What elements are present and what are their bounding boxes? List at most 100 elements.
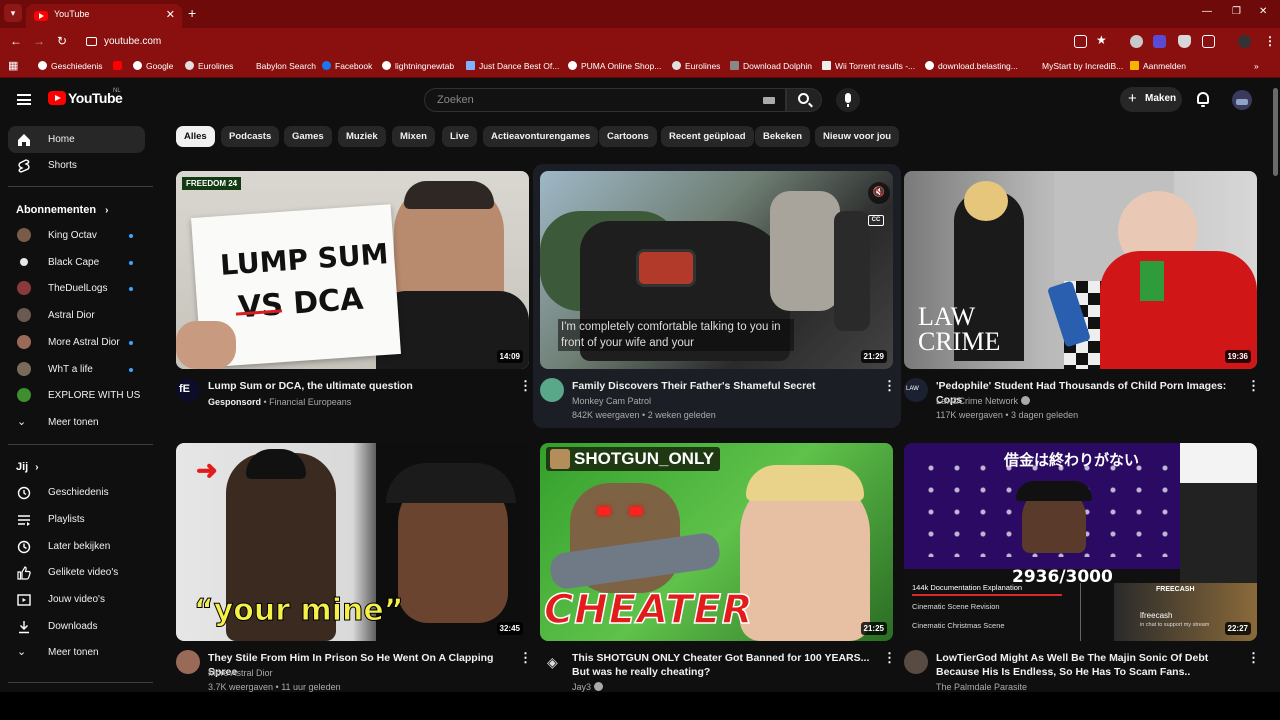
video-thumbnail[interactable]: LAW CRIME 19:36 [904, 171, 1257, 369]
tab-close-icon[interactable]: ✕ [166, 8, 175, 21]
bookmark-item[interactable]: Wii Torrent results -... [822, 61, 915, 71]
video-more-options-icon[interactable] [1247, 650, 1260, 666]
video-channel[interactable]: Jay3 [572, 682, 591, 692]
sidebar-item-watch-later[interactable]: Later bekijken [8, 533, 145, 560]
sidebar-sub-king-octav[interactable]: King Octav [8, 222, 145, 249]
sidebar-sub-more-astral-dior[interactable]: More Astral Dior [8, 329, 145, 356]
keyboard-icon[interactable] [763, 97, 775, 104]
page-scrollbar[interactable] [1273, 88, 1278, 176]
voice-search-button[interactable] [836, 88, 860, 112]
bookmark-item[interactable]: Babylon Search [243, 61, 316, 71]
bookmark-item[interactable]: Aanmelden [1130, 61, 1186, 71]
tab-search-dropdown-icon[interactable]: ▾ [4, 4, 22, 22]
video-more-options-icon[interactable] [883, 650, 896, 666]
video-channel[interactable]: Monkey Cam Patrol [572, 396, 651, 406]
chip-watched[interactable]: Bekeken [755, 126, 811, 147]
subscriptions-heading[interactable]: Abonnementen › [16, 204, 108, 216]
chip-action-adventure[interactable]: Actieavonturengames [483, 126, 599, 147]
sidebar-show-more-subscriptions[interactable]: ⌄ Meer tonen [8, 409, 145, 436]
bookmark-item[interactable]: Google [133, 61, 173, 71]
sidebar-sub-astral-dior[interactable]: Astral Dior [8, 302, 145, 329]
bookmark-item[interactable]: PUMA Online Shop... [568, 61, 661, 71]
bookmark-item[interactable]: lightningnewtab [382, 61, 454, 71]
sidebar-sub-black-cape[interactable]: Black Cape [8, 249, 145, 276]
chip-live[interactable]: Live [442, 126, 478, 147]
bookmark-item[interactable]: download.belasting... [925, 61, 1018, 71]
browser-tab-youtube[interactable]: YouTube ✕ [26, 4, 182, 28]
video-more-options-icon[interactable] [519, 650, 532, 666]
back-icon[interactable]: ← [10, 34, 22, 48]
search-button[interactable] [786, 88, 822, 112]
channel-avatar[interactable]: LAW [904, 378, 928, 402]
video-channel[interactable]: More Astral Dior [208, 668, 273, 678]
search-input[interactable]: Zoeken [424, 88, 786, 112]
extension-1-icon[interactable] [1130, 35, 1143, 48]
sidebar-sub-explore-with-us[interactable]: EXPLORE WITH US [8, 382, 145, 409]
sidebar-item-playlists[interactable]: Playlists [8, 506, 145, 533]
video-title[interactable]: This SHOTGUN ONLY Cheater Got Banned for… [572, 651, 878, 679]
chip-music[interactable]: Muziek [338, 126, 386, 147]
create-button[interactable]: + Maken [1120, 87, 1182, 112]
video-thumbnail[interactable]: ➜ “your mine” 32:45 [176, 443, 529, 641]
chip-new-to-you[interactable]: Nieuw voor jou [815, 126, 900, 147]
bookmark-item[interactable]: Eurolines [185, 61, 233, 71]
channel-avatar[interactable]: fE [176, 378, 200, 402]
new-tab-icon[interactable]: + [188, 5, 196, 21]
chip-games[interactable]: Games [284, 126, 332, 147]
window-close-icon[interactable]: ✕ [1259, 6, 1267, 17]
notifications-bell-icon[interactable] [1197, 92, 1209, 107]
sidebar-sub-wht-a-life[interactable]: WhT a life [8, 356, 145, 383]
reload-icon[interactable]: ↻ [57, 34, 67, 48]
chip-cartoons[interactable]: Cartoons [599, 126, 657, 147]
site-info-icon[interactable] [86, 37, 97, 46]
extensions-puzzle-icon[interactable] [1202, 35, 1215, 48]
sidebar-item-downloads[interactable]: Downloads [8, 613, 145, 640]
apps-grid-icon[interactable]: ▦ [8, 59, 18, 72]
browser-menu-icon[interactable]: ⋮ [1264, 34, 1276, 48]
bookmark-item[interactable]: Eurolines [672, 61, 720, 71]
channel-avatar[interactable]: ◈ [540, 650, 564, 674]
video-channel[interactable]: The Palmdale Parasite [936, 682, 1027, 692]
bookmark-item[interactable]: Geschiedenis [38, 61, 103, 71]
install-app-icon[interactable] [1074, 35, 1087, 48]
captions-icon[interactable]: CC [868, 215, 884, 226]
channel-avatar[interactable] [540, 378, 564, 402]
sidebar-sub-theduellogs[interactable]: TheDuelLogs [8, 275, 145, 302]
chip-podcasts[interactable]: Podcasts [221, 126, 280, 147]
you-heading[interactable]: Jij › [16, 461, 39, 473]
video-title[interactable]: LowTierGod Might As Well Be The Majin So… [936, 651, 1246, 679]
sidebar-show-more-you[interactable]: ⌄ Meer tonen [8, 639, 145, 666]
video-title[interactable]: Family Discovers Their Father's Shameful… [572, 379, 872, 393]
channel-avatar[interactable] [904, 650, 928, 674]
profile-avatar-icon[interactable] [1238, 35, 1251, 48]
bookmark-item[interactable]: Download Dolphin [730, 61, 812, 71]
sidebar-item-your-videos[interactable]: Jouw video's [8, 586, 145, 613]
sidebar-item-history[interactable]: Geschiedenis [8, 479, 145, 506]
address-url[interactable]: youtube.com [104, 36, 161, 47]
chip-mixes[interactable]: Mixen [392, 126, 435, 147]
account-avatar[interactable] [1232, 90, 1252, 110]
shield-extension-icon[interactable] [1178, 35, 1191, 48]
bookmark-item[interactable] [113, 61, 126, 71]
video-thumbnail[interactable]: 借金は終わりがない 2936/3000 144k Documentation E… [904, 443, 1257, 641]
channel-avatar[interactable] [176, 650, 200, 674]
sidebar-item-home[interactable]: Home [8, 126, 145, 153]
mute-icon[interactable]: 🔇 [868, 182, 890, 204]
bookmarks-overflow-icon[interactable]: » [1254, 61, 1259, 71]
bookmark-item[interactable]: Facebook [322, 61, 372, 71]
youtube-logo-icon[interactable] [48, 91, 66, 105]
forward-icon[interactable]: → [33, 34, 45, 48]
video-more-options-icon[interactable] [883, 378, 896, 394]
video-title[interactable]: Lump Sum or DCA, the ultimate question [208, 379, 508, 393]
video-thumbnail[interactable]: 🔇 CC I'm completely comfortable talking … [540, 171, 893, 369]
chip-all[interactable]: Alles [176, 126, 215, 147]
menu-hamburger-icon[interactable] [17, 94, 31, 105]
video-more-options-icon[interactable] [1247, 378, 1260, 394]
extension-2-icon[interactable] [1153, 35, 1166, 48]
sidebar-item-shorts[interactable]: Shorts [8, 152, 145, 179]
video-channel[interactable]: Law&Crime Network [936, 396, 1018, 406]
video-thumbnail[interactable]: SHOTGUN_ONLY CHEATER 21:25 [540, 443, 893, 641]
video-channel[interactable]: Financial Europeans [269, 397, 351, 407]
window-restore-icon[interactable]: ❐ [1232, 6, 1241, 17]
bookmark-item[interactable]: MyStart by IncrediB... [1042, 61, 1123, 71]
